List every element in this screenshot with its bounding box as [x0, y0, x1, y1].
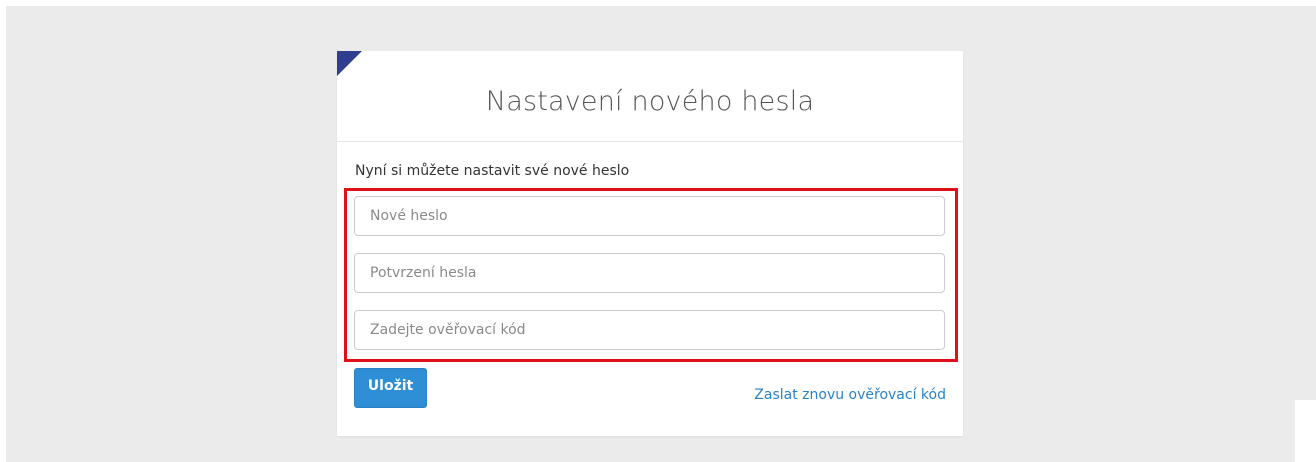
intro-text: Nyní si můžete nastavit své nové heslo [355, 163, 630, 179]
page-edge [1295, 400, 1316, 462]
save-button[interactable]: Uložit [354, 368, 427, 408]
reset-password-card: Nastavení nového hesla Nyní si můžete na… [337, 51, 963, 436]
confirm-password-input[interactable] [354, 253, 945, 293]
card-header: Nastavení nového hesla [337, 51, 963, 142]
page-title: Nastavení nového hesla [485, 85, 815, 117]
verification-code-input[interactable] [354, 310, 945, 350]
resend-code-link[interactable]: Zaslat znovu ověřovací kód [754, 387, 946, 403]
new-password-input[interactable] [354, 196, 945, 236]
